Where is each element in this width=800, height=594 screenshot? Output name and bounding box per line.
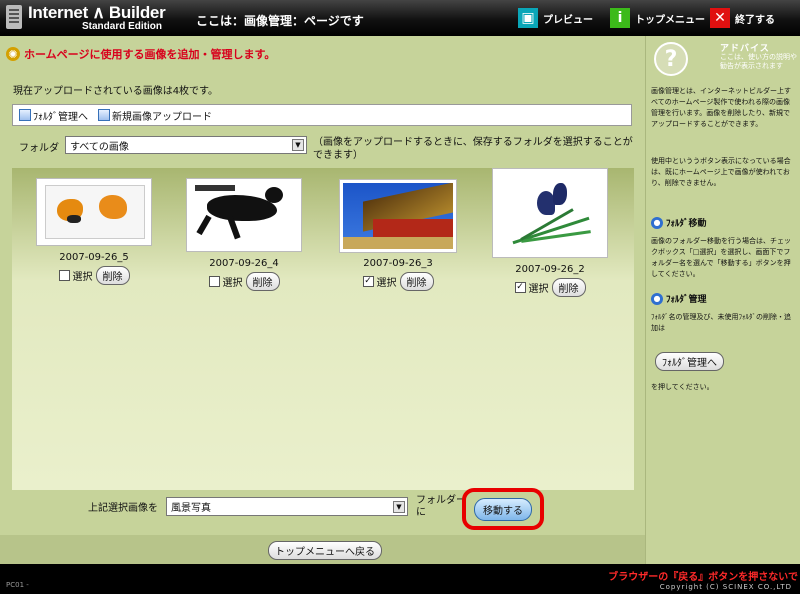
select-checkbox[interactable]: ✓ [514,282,526,293]
image-toolbar: ﾌｫﾙﾀﾞ管理へ 新規画像アップロード [12,104,632,126]
back-to-top-button[interactable]: トップメニューへ戻る [268,541,382,560]
preview-button[interactable]: ▣ プレビュー [518,7,593,29]
image-thumbnail[interactable] [186,178,302,252]
folder-manage-label: ﾌｫﾙﾀﾞ管理へ [33,111,88,123]
select-checkbox[interactable]: ✓ [362,276,374,287]
folder-manage-after: を押してください。 [651,383,714,391]
delete-button[interactable]: 削除 [95,266,130,285]
status-bar: PC01 - ブラウザーの『戻る』ボタンを押さないで Copyright (C)… [0,564,800,594]
folder-select[interactable]: すべての画像 ▼ [65,136,307,154]
folder-move-heading: ● ﾌｫﾙﾀﾞ移動 [651,216,707,229]
sidebar-folder-manage-button[interactable]: ﾌｫﾙﾀﾞ管理へ [655,352,724,371]
image-controls: ✓ 選択 削除 [492,278,608,297]
delete-button[interactable]: 削除 [245,272,280,291]
image-controls: 選択 削除 [186,272,302,291]
bullet-icon: ● [651,292,663,305]
folder-suffix-line2: に [416,507,426,518]
select-checkbox[interactable] [208,276,220,287]
image-card: 2007-09-26_2 ✓ 選択 削除 [492,168,608,297]
dropdown-arrow-icon: ▼ [292,139,304,151]
move-row: 上記選択画像を 風景写真 ▼ フォルダー に [88,495,466,519]
select-label: 選択 [376,278,397,289]
folder-select-value: すべての画像 [70,141,129,153]
question-icon: ? [654,42,688,76]
app-logo-text: Internet ∧ Builder [28,3,166,22]
exit-button[interactable]: ✕ 終了する [710,7,775,29]
section-heading: ✺ ホームページに使用する画像を追加・管理します。 [6,46,275,62]
back-bar: トップメニューへ戻る [0,535,645,564]
copyright: Copyright (C) SCINEX CO.,LTD [659,583,792,591]
bullet-icon: ● [651,216,663,229]
move-button-highlight: 移動する [462,488,544,530]
window-icon [19,109,31,121]
dropdown-arrow-icon: ▼ [393,500,405,513]
preview-icon: ▣ [518,8,538,28]
delete-button[interactable]: 削除 [551,278,586,297]
gear-icon: ✺ [6,47,20,61]
app-header: Internet ∧ Builder Standard Edition ここは：… [0,0,800,36]
exit-label: 終了する [735,14,775,26]
folder-manage-heading: ● ﾌｫﾙﾀﾞ管理 [651,292,707,305]
select-label: 選択 [222,278,243,289]
select-label: 選択 [528,284,549,295]
image-thumbnail[interactable] [339,179,457,253]
advice-sidebar: ? アドバイス ここは、使い方の説明や勧告が表示されます 画像管理とは、インター… [645,36,800,564]
folder-manage-text: ﾌｫﾙﾀﾞ名の管理及び、未使用ﾌｫﾙﾀﾞの削除・追加は [651,313,791,332]
preview-label: プレビュー [543,14,593,26]
delete-button[interactable]: 削除 [399,272,434,291]
folder-manage-link[interactable]: ﾌｫﾙﾀﾞ管理へ [19,108,88,123]
advice-note: 使用中といううボタン表示になっている場合は、既にホームページ上で画像が使われてお… [651,157,791,187]
folder-filter-row: フォルダ すべての画像 ▼ （画像をアップロードするときに、保存するフォルダを選… [19,136,633,162]
image-controls: 選択 削除 [36,266,152,285]
folder-manage-heading-text: ﾌｫﾙﾀﾞ管理 [666,295,707,305]
status-left: PC01 - [6,581,29,589]
folder-move-heading-text: ﾌｫﾙﾀﾞ移動 [666,219,707,229]
image-card: 2007-09-26_4 選択 削除 [186,178,302,291]
image-name: 2007-09-26_4 [209,258,279,269]
image-thumbnail[interactable] [36,178,152,246]
folder-suffix: フォルダー に [416,495,466,519]
move-target-value: 風景写真 [171,503,211,514]
window-icon [98,109,110,121]
folder-move-text: 画像のフォルダー移動を行う場合は、チェックボックス「□選択」を選択し、画面下でフ… [651,237,791,278]
new-upload-label: 新規画像アップロード [112,111,212,123]
status-warning: ブラウザーの『戻る』ボタンを押さないで [608,572,798,583]
image-controls: ✓ 選択 削除 [340,272,456,291]
page-title: ここは：画像管理：ページです [196,14,364,28]
app-edition: Standard Edition [82,21,162,32]
folder-label: フォルダ [19,143,59,154]
select-checkbox[interactable] [58,270,70,281]
advice-subtitle: ここは、使い方の説明や勧告が表示されます [720,53,797,70]
logo-icon [6,5,22,29]
info-icon: i [610,8,630,28]
new-upload-link[interactable]: 新規画像アップロード [98,108,212,123]
image-count-text: 現在アップロードされている画像は4枚です。 [13,86,219,97]
image-name: 2007-09-26_3 [363,258,433,269]
image-card: 2007-09-26_5 選択 削除 [36,178,152,285]
close-icon: ✕ [710,8,730,28]
top-menu-button[interactable]: i トップメニュー [610,7,705,29]
move-label: 上記選択画像を [88,503,158,514]
image-name: 2007-09-26_5 [59,252,129,263]
image-gallery: 2007-09-26_5 選択 削除 2007-09-26_4 選択 削除 20… [12,168,634,490]
folder-note: （画像をアップロードするときに、保存するフォルダを選択することができます） [313,137,633,161]
select-label: 選択 [72,272,93,283]
top-menu-label: トップメニュー [635,14,705,26]
section-heading-text: ホームページに使用する画像を追加・管理します。 [24,48,276,61]
image-name: 2007-09-26_2 [515,264,585,275]
advice-intro: 画像管理とは、インターネットビルダー上すべてのホームページ製作で使われる際の画像… [651,87,791,128]
move-button[interactable]: 移動する [474,497,532,521]
main-panel: ✺ ホームページに使用する画像を追加・管理します。 現在アップロードされている画… [0,36,645,564]
move-target-select[interactable]: 風景写真 ▼ [166,497,408,516]
image-thumbnail[interactable] [492,168,608,258]
image-card: 2007-09-26_3 ✓ 選択 削除 [339,179,457,291]
folder-suffix-line1: フォルダー [416,495,466,506]
